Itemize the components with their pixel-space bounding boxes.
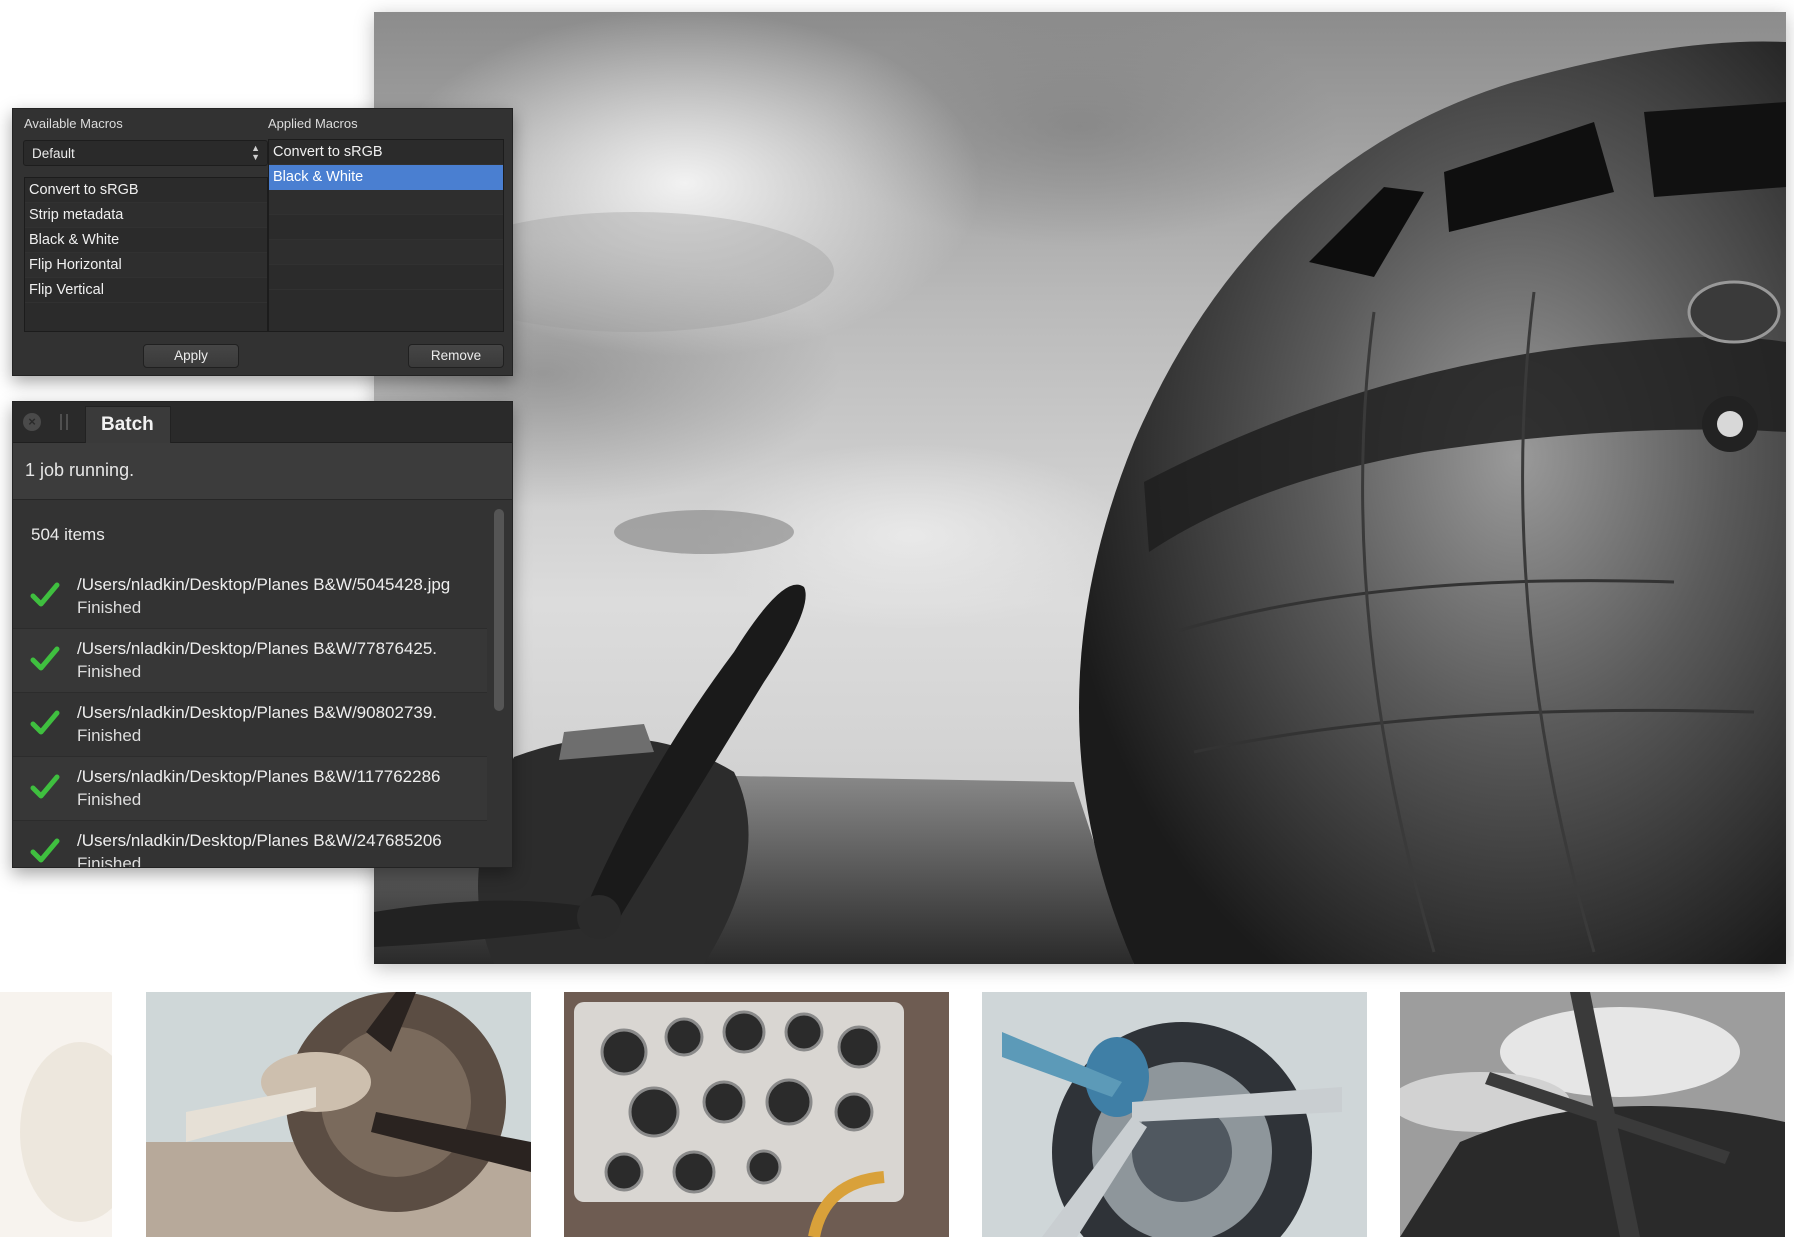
job-path: /Users/nladkin/Desktop/Planes B&W/778764… — [77, 639, 438, 658]
airplane-illustration — [374, 41, 1786, 964]
batch-tab-bar: × Batch — [13, 402, 512, 443]
applied-macro-empty-row — [269, 190, 503, 215]
list-item[interactable]: /Users/nladkin/Desktop/Planes B&W/778764… — [13, 629, 487, 693]
list-item[interactable]: /Users/nladkin/Desktop/Planes B&W/117762… — [13, 757, 487, 821]
checkmark-icon — [30, 582, 60, 607]
available-macros-label: Available Macros — [24, 116, 123, 131]
scrollbar-thumb[interactable] — [494, 509, 504, 711]
checkmark-icon — [30, 646, 60, 671]
thumbnail-bw-plane[interactable] — [1400, 992, 1785, 1237]
macro-category-select[interactable]: Default ▲ ▼ — [23, 140, 268, 166]
checkmark-icon — [30, 774, 60, 799]
job-path: /Users/nladkin/Desktop/Planes B&W/117762… — [77, 767, 441, 786]
available-macros-list[interactable]: Convert to sRGB Strip metadata Black & W… — [24, 177, 268, 332]
available-macro-item[interactable]: Black & White — [25, 228, 267, 253]
thumbnail-engine-sepia[interactable] — [146, 992, 531, 1237]
close-icon[interactable]: × — [23, 413, 41, 431]
available-macro-item[interactable]: Strip metadata — [25, 203, 267, 228]
job-state: Finished — [77, 790, 142, 809]
thumbnail-radial-engine[interactable] — [982, 992, 1367, 1237]
tab-batch[interactable]: Batch — [85, 406, 171, 443]
applied-macros-label: Applied Macros — [268, 116, 358, 131]
applied-macro-empty-row — [269, 265, 503, 290]
job-state: Finished — [77, 662, 142, 681]
hero-photo-bw-airplane — [374, 12, 1786, 964]
checkmark-icon — [30, 838, 60, 863]
job-state: Finished — [77, 598, 142, 617]
thumbnail-faded[interactable] — [0, 992, 112, 1237]
available-macro-item[interactable]: Flip Horizontal — [25, 253, 267, 278]
applied-macro-item-selected[interactable]: Black & White — [269, 165, 503, 190]
apply-button[interactable]: Apply — [143, 344, 239, 368]
checkmark-icon — [30, 710, 60, 735]
item-count: 504 items — [31, 525, 105, 544]
macros-panel: Available Macros Applied Macros Default … — [12, 108, 513, 376]
thumbnail-image — [564, 992, 949, 1237]
job-path: /Users/nladkin/Desktop/Planes B&W/247685… — [77, 831, 442, 850]
thumbnail-cockpit-panel[interactable] — [564, 992, 949, 1237]
applied-macro-empty-row — [269, 240, 503, 265]
applied-macro-empty-row — [269, 215, 503, 240]
macro-category-value: Default — [32, 146, 75, 161]
remove-button[interactable]: Remove — [408, 344, 504, 368]
available-macro-item[interactable]: Flip Vertical — [25, 278, 267, 303]
thumbnail-image — [982, 992, 1367, 1237]
available-macro-item[interactable]: Convert to sRGB — [25, 178, 267, 203]
job-state: Finished — [77, 854, 142, 868]
batch-job-list[interactable]: 504 items /Users/nladkin/Desktop/Planes … — [13, 501, 512, 868]
grip-icon[interactable] — [60, 414, 68, 430]
list-item[interactable]: /Users/nladkin/Desktop/Planes B&W/504542… — [13, 565, 487, 629]
batch-panel: × Batch 1 job running. 504 items /Users/… — [12, 401, 513, 868]
list-item[interactable]: /Users/nladkin/Desktop/Planes B&W/247685… — [13, 821, 487, 868]
thumbnail-image — [1400, 992, 1785, 1237]
thumbnail-image — [146, 992, 531, 1237]
job-state: Finished — [77, 726, 142, 745]
job-path: /Users/nladkin/Desktop/Planes B&W/908027… — [77, 703, 438, 722]
job-path: /Users/nladkin/Desktop/Planes B&W/504542… — [77, 575, 451, 594]
applied-macro-item[interactable]: Convert to sRGB — [269, 140, 503, 165]
list-item[interactable]: /Users/nladkin/Desktop/Planes B&W/908027… — [13, 693, 487, 757]
applied-macros-list[interactable]: Convert to sRGB Black & White — [268, 139, 504, 332]
thumbnail-image — [0, 992, 112, 1237]
batch-status: 1 job running. — [13, 443, 512, 500]
chevron-updown-icon: ▲ ▼ — [251, 143, 260, 162]
